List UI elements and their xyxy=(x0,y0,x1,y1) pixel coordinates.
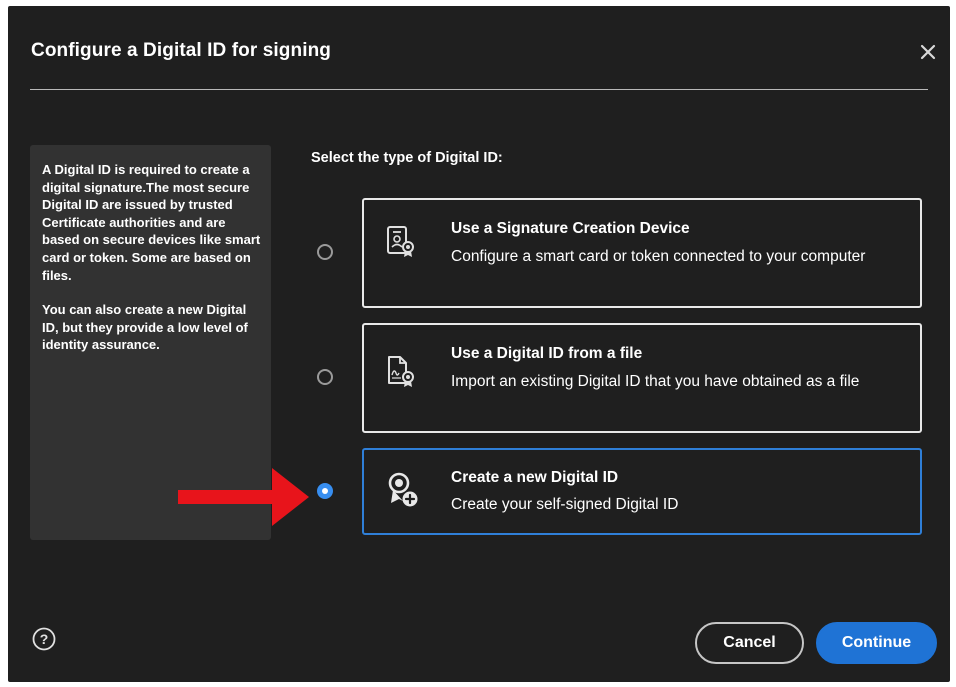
option-description: Import an existing Digital ID that you h… xyxy=(451,373,860,390)
info-paragraph-1: A Digital ID is required to create a dig… xyxy=(42,162,261,283)
option-description: Create your self-signed Digital ID xyxy=(451,496,679,513)
option-title: Use a Signature Creation Device xyxy=(451,220,690,237)
radio-signature-device[interactable] xyxy=(317,244,333,260)
digital-id-dialog: Configure a Digital ID for signing A Dig… xyxy=(8,6,950,682)
info-paragraph-2: You can also create a new Digital ID, bu… xyxy=(42,302,248,353)
red-arrow-icon xyxy=(178,468,309,526)
digital-id-file-icon xyxy=(388,356,414,387)
title-divider xyxy=(30,89,928,90)
help-button[interactable]: ? xyxy=(32,627,56,651)
help-icon: ? xyxy=(32,627,56,651)
dialog-title: Configure a Digital ID for signing xyxy=(31,40,332,61)
option-signature-device[interactable]: Use a Signature Creation Device Configur… xyxy=(362,198,922,308)
info-text: A Digital ID is required to create a dig… xyxy=(42,161,264,371)
option-title: Use a Digital ID from a file xyxy=(451,345,643,362)
section-label: Select the type of Digital ID: xyxy=(311,150,503,166)
option-title: Create a new Digital ID xyxy=(451,469,619,486)
close-icon xyxy=(920,44,936,60)
radio-create-new-id[interactable] xyxy=(317,483,333,499)
svg-text:?: ? xyxy=(40,631,49,647)
radio-digital-id-file[interactable] xyxy=(317,369,333,385)
close-button[interactable] xyxy=(916,40,940,64)
new-digital-id-icon xyxy=(388,472,418,507)
signature-device-icon xyxy=(387,226,414,257)
cancel-button[interactable]: Cancel xyxy=(695,622,804,664)
option-digital-id-file[interactable]: Use a Digital ID from a file Import an e… xyxy=(362,323,922,433)
option-description: Configure a smart card or token connecte… xyxy=(451,248,866,265)
option-create-new-id[interactable]: Create a new Digital ID Create your self… xyxy=(362,448,922,535)
continue-button[interactable]: Continue xyxy=(816,622,937,664)
